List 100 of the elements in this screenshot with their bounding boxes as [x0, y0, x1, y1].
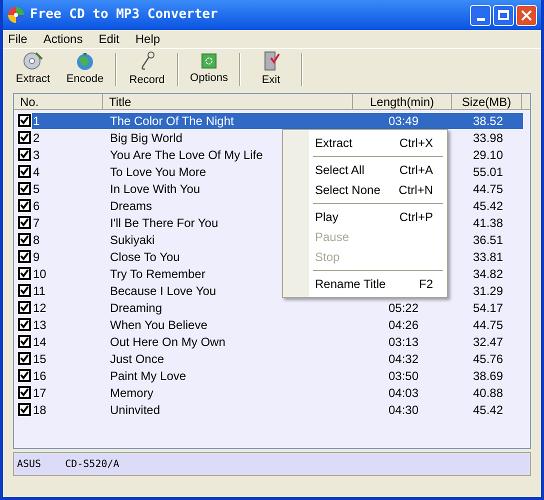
- table-cell-text: 03:13: [387, 334, 420, 350]
- table-cell-text: 45.42: [472, 402, 504, 418]
- table-cell-text: 38.69: [472, 368, 504, 384]
- table-cell-text: 44.75: [472, 180, 504, 198]
- table-cell-text: 55.01: [472, 164, 504, 180]
- table-cell-text: 38.52: [472, 112, 504, 130]
- table-cell: Dreaming: [110, 300, 162, 314]
- table-cell-text: 03:50: [387, 368, 420, 384]
- toolbar-button[interactable]: Exit: [245, 49, 297, 90]
- checkbox[interactable]: [18, 148, 31, 161]
- maximize-button[interactable]: [493, 4, 514, 26]
- table-cell: Because I Love You: [110, 284, 216, 298]
- context-menu-item[interactable]: Select None Ctrl+N: [309, 180, 447, 200]
- close-button[interactable]: [516, 4, 537, 26]
- menu-item[interactable]: File: [3, 30, 32, 48]
- table-cell: 16: [33, 368, 46, 382]
- checkbox[interactable]: [18, 216, 31, 229]
- toolbar-button[interactable]: Encode: [59, 49, 111, 90]
- window-title: Free CD to MP3 Converter: [30, 6, 219, 24]
- table-cell: 6: [33, 198, 40, 212]
- table-cell: Just Once: [110, 352, 164, 366]
- checkbox[interactable]: [18, 131, 31, 144]
- table-cell: 4: [33, 164, 40, 178]
- context-menu-item[interactable]: Extract Ctrl+X: [309, 133, 447, 153]
- checkbox[interactable]: [18, 335, 31, 348]
- column-header[interactable]: Title: [103, 94, 353, 110]
- checkbox[interactable]: [18, 182, 31, 195]
- checkbox[interactable]: [18, 403, 31, 416]
- table-cell-text: 40.88: [472, 384, 504, 402]
- options-icon: [200, 52, 218, 70]
- table-cell: 9: [33, 250, 40, 264]
- column-header[interactable]: Length(min): [353, 94, 452, 110]
- table-cell: In Love With You: [110, 182, 200, 196]
- table-cell: 3: [33, 148, 40, 162]
- column-header[interactable]: No.: [14, 94, 103, 110]
- table-cell: To Love You More: [110, 164, 206, 178]
- checkbox[interactable]: [18, 369, 31, 382]
- menu-item[interactable]: Edit: [94, 30, 124, 48]
- checkbox[interactable]: [18, 352, 31, 365]
- table-cell: 10: [33, 266, 46, 280]
- checkbox[interactable]: [18, 114, 31, 127]
- toolbar-button[interactable]: Extract: [7, 49, 59, 90]
- table-cell-text: 04:30: [387, 402, 420, 418]
- menu-item[interactable]: Help: [130, 30, 166, 48]
- table-cell: 18: [33, 402, 46, 416]
- table-cell: Dreams: [110, 198, 152, 212]
- checkbox[interactable]: [18, 301, 31, 314]
- checkbox[interactable]: [18, 284, 31, 297]
- table-cell-text: 34.82: [472, 266, 504, 282]
- context-menu-item[interactable]: Rename Title F2: [309, 274, 447, 294]
- status-text: ASUS: [17, 458, 42, 472]
- table-cell: The Color Of The Night: [110, 114, 234, 128]
- disc-icon: [22, 51, 44, 72]
- menu-item[interactable]: Actions: [38, 30, 88, 48]
- table-cell: 13: [33, 318, 46, 332]
- table-cell: 14: [33, 334, 46, 348]
- column-header[interactable]: Size(MB): [452, 94, 522, 110]
- table-cell: Out Here On My Own: [110, 334, 226, 348]
- toolbar-button[interactable]: Options: [183, 49, 235, 90]
- table-cell-text: 41.38: [472, 214, 504, 232]
- context-menu-item[interactable]: Play Ctrl+P: [309, 207, 447, 227]
- table-cell: You Are The Love Of My Life: [110, 148, 263, 162]
- close-icon: [521, 10, 532, 20]
- table-cell: I'll Be There For You: [110, 216, 218, 230]
- checkbox[interactable]: [18, 386, 31, 399]
- table-cell-text: 04:03: [387, 384, 420, 402]
- selected-row[interactable]: 1 The Color Of The Night 03:49 38.52: [32, 112, 523, 128]
- table-cell: 1: [33, 114, 40, 128]
- checkbox[interactable]: [18, 318, 31, 331]
- table-cell-text: 33.81: [472, 248, 504, 266]
- table-cell: Memory: [110, 386, 154, 400]
- checkbox[interactable]: [18, 267, 31, 280]
- table-cell: Close To You: [110, 250, 180, 264]
- table-cell: Paint My Love: [110, 368, 186, 382]
- table-cell-text: 05:22: [387, 300, 420, 316]
- app-icon: [7, 6, 25, 24]
- table-cell-text: 44.75: [472, 316, 504, 334]
- toolbar-button[interactable]: Record: [121, 49, 173, 90]
- checkbox[interactable]: [18, 165, 31, 178]
- table-cell-text: 31.29: [472, 282, 504, 300]
- table-cell: Big Big World: [110, 130, 182, 144]
- table-cell-text: 45.76: [472, 350, 504, 368]
- table-cell: 17: [33, 386, 46, 400]
- table-cell-text: 45.42: [472, 198, 504, 214]
- table-cell-text: 33.98: [472, 130, 504, 146]
- checkbox[interactable]: [18, 250, 31, 263]
- table-cell: 5: [33, 182, 40, 196]
- minimize-button[interactable]: [470, 4, 491, 26]
- context-menu-item[interactable]: Select All Ctrl+A: [309, 160, 447, 180]
- table-cell: Sukiyaki: [110, 232, 155, 246]
- table-cell: 12: [33, 300, 46, 314]
- table-cell-text: 32.47: [472, 334, 504, 350]
- table-cell-text: 04:32: [387, 350, 420, 368]
- status-text: CD-S520/A: [65, 458, 120, 472]
- checkbox[interactable]: [18, 199, 31, 212]
- table-cell: 7: [33, 216, 40, 230]
- checkbox[interactable]: [18, 233, 31, 246]
- table-cell: 8: [33, 232, 40, 246]
- minimize-icon: [476, 18, 484, 20]
- table-cell-text: 04:26: [387, 316, 420, 334]
